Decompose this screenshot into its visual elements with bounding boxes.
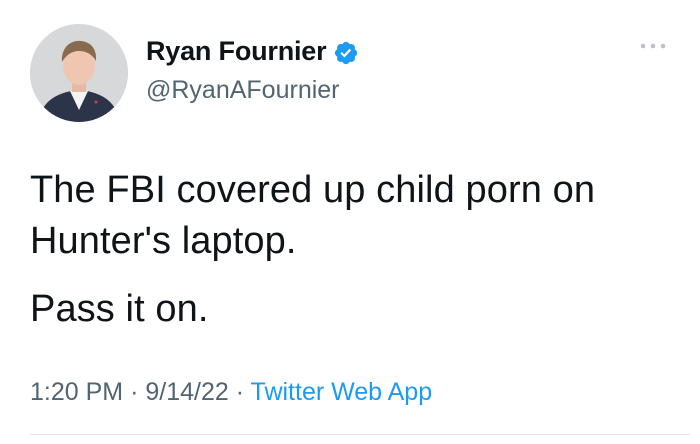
tweet-card: Ryan Fournier @RyanAFournier The FBI cov… <box>0 0 700 444</box>
meta-separator: · <box>130 378 139 406</box>
avatar-image <box>30 24 128 122</box>
tweet-date[interactable]: 9/14/22 <box>145 378 228 406</box>
more-options-icon[interactable] <box>636 38 670 54</box>
user-handle[interactable]: @RyanAFournier <box>146 76 340 105</box>
display-name[interactable]: Ryan Fournier <box>146 36 327 67</box>
meta-separator: · <box>235 378 245 406</box>
tweet-source-link[interactable]: Twitter Web App <box>251 378 433 406</box>
tweet-meta: 1:20 PM · 9/14/22 · Twitter Web App <box>30 378 432 407</box>
tweet-text: The FBI covered up child porn on Hunter'… <box>30 165 660 335</box>
tweet-time[interactable]: 1:20 PM <box>30 378 123 406</box>
divider <box>30 434 690 435</box>
avatar[interactable] <box>30 24 128 122</box>
tweet-text-line-2: Pass it on. <box>30 288 209 330</box>
verified-badge-icon <box>333 40 359 66</box>
tweet-text-line-1: The FBI covered up child porn on Hunter'… <box>30 169 596 262</box>
name-row: Ryan Fournier <box>146 36 359 67</box>
